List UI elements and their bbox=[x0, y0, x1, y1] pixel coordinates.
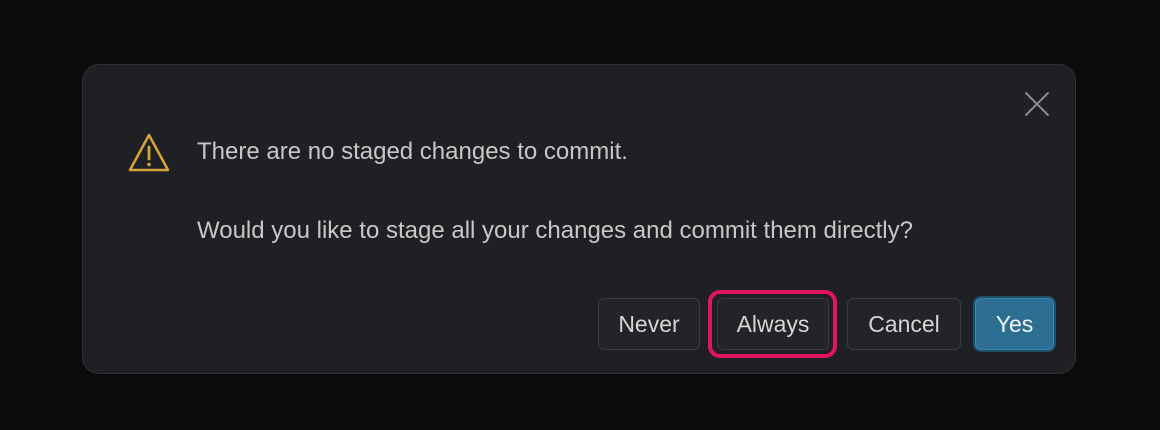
yes-button[interactable]: Yes bbox=[975, 298, 1054, 350]
always-button[interactable]: Always bbox=[717, 298, 829, 350]
dialog-message: There are no staged changes to commit. bbox=[197, 138, 628, 165]
commit-dialog: There are no staged changes to commit. W… bbox=[82, 64, 1076, 374]
close-button[interactable] bbox=[1023, 90, 1051, 118]
warning-icon bbox=[127, 132, 171, 174]
never-button[interactable]: Never bbox=[598, 298, 700, 350]
dialog-detail: Would you like to stage all your changes… bbox=[197, 217, 913, 244]
cancel-button[interactable]: Cancel bbox=[847, 298, 961, 350]
close-icon bbox=[1025, 92, 1049, 116]
